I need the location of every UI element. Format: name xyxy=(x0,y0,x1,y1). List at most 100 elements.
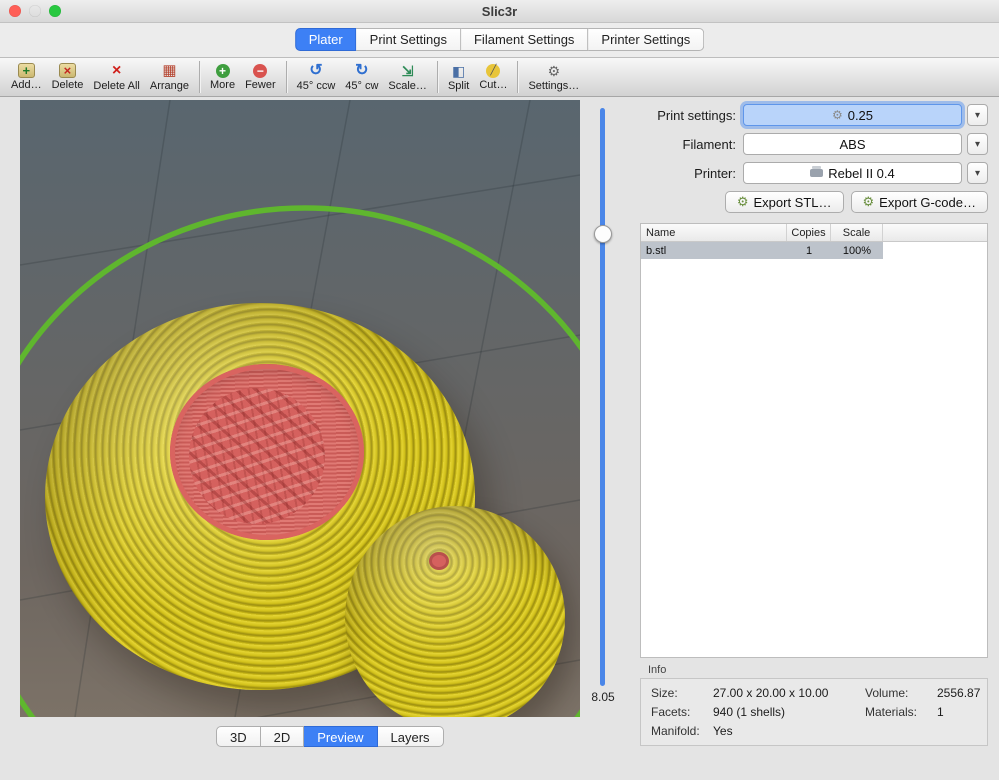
filament-combo[interactable]: ABS xyxy=(743,133,962,155)
info-title: Info xyxy=(648,664,988,676)
delete-label: Delete xyxy=(52,79,84,91)
add-label: Add… xyxy=(11,79,42,91)
printer-value: Rebel II 0.4 xyxy=(828,166,895,181)
volume-value: 2556.87 xyxy=(937,686,980,700)
toolbar-separator xyxy=(437,61,438,93)
print-settings-row: Print settings: ⚙ 0.25 ▾ xyxy=(640,104,988,126)
cut-icon: ╱ xyxy=(486,64,500,78)
cut-button[interactable]: ╱ Cut… xyxy=(474,63,512,92)
more-button[interactable]: + More xyxy=(205,63,240,92)
more-label: More xyxy=(210,79,235,91)
toolbar-separator xyxy=(286,61,287,93)
export-buttons-row: ⚙ Export STL… ⚙ Export G-code… xyxy=(640,191,988,213)
scale-icon: ⇲ xyxy=(399,63,417,79)
filament-row: Filament: ABS ▾ xyxy=(640,133,988,155)
materials-value: 1 xyxy=(937,705,980,719)
header-copies: Copies xyxy=(787,224,831,241)
chevron-down-icon: ▾ xyxy=(975,139,980,150)
delete-all-label: Delete All xyxy=(93,80,139,92)
split-label: Split xyxy=(448,80,469,92)
print-settings-combo[interactable]: ⚙ 0.25 xyxy=(743,104,962,126)
row-scale: 100% xyxy=(831,245,883,257)
print-settings-dropdown-button[interactable]: ▾ xyxy=(967,104,988,126)
scale-label: Scale… xyxy=(388,80,427,92)
filament-label: Filament: xyxy=(640,137,736,152)
titlebar[interactable]: Slic3r xyxy=(0,0,999,23)
printer-label: Printer: xyxy=(640,166,736,181)
delete-all-button[interactable]: × Delete All xyxy=(88,62,144,93)
split-button[interactable]: ◧ Split xyxy=(443,62,474,93)
tab-filament-settings[interactable]: Filament Settings xyxy=(461,28,588,51)
fewer-label: Fewer xyxy=(245,79,276,91)
object-list-header: Name Copies Scale xyxy=(641,224,987,242)
layer-slider-thumb[interactable] xyxy=(594,225,612,243)
facets-value: 940 (1 shells) xyxy=(713,705,865,719)
header-scale: Scale xyxy=(831,224,883,241)
fewer-button[interactable]: − Fewer xyxy=(240,63,281,92)
header-name: Name xyxy=(641,224,787,241)
printer-row: Printer: Rebel II 0.4 ▾ xyxy=(640,162,988,184)
view-2d-button[interactable]: 2D xyxy=(261,726,305,747)
large-dome-infill-core xyxy=(189,388,325,524)
plater-toolbar: + Add… × Delete × Delete All ▦ Arrange +… xyxy=(0,57,999,97)
manifold-value: Yes xyxy=(713,724,865,738)
print-settings-label: Print settings: xyxy=(640,108,736,123)
arrange-button[interactable]: ▦ Arrange xyxy=(145,62,194,93)
object-list: Name Copies Scale b.stl 1 100% xyxy=(640,223,988,658)
rotate-ccw-icon: ↺ xyxy=(307,63,325,79)
gear-icon: ⚙ xyxy=(832,108,843,122)
settings-icon: ⚙ xyxy=(545,63,563,79)
rotate-cw-button[interactable]: ↻ 45° cw xyxy=(340,62,383,93)
rotate-ccw-button[interactable]: ↺ 45° ccw xyxy=(292,62,341,93)
materials-label: Materials: xyxy=(865,705,937,719)
layer-slider[interactable] xyxy=(600,108,605,686)
tab-print-settings[interactable]: Print Settings xyxy=(357,28,461,51)
view-3d-button[interactable]: 3D xyxy=(216,726,261,747)
export-gcode-label: Export G-code… xyxy=(879,195,976,210)
filament-value: ABS xyxy=(839,137,865,152)
printer-dropdown-button[interactable]: ▾ xyxy=(967,162,988,184)
layer-slider-value: 8.05 xyxy=(582,690,624,704)
delete-icon: × xyxy=(59,63,76,78)
view-mode-buttons: 3D 2D Preview Layers xyxy=(216,726,444,747)
rotate-cw-label: 45° cw xyxy=(345,80,378,92)
small-dome-infill-dot xyxy=(429,552,449,570)
scale-button[interactable]: ⇲ Scale… xyxy=(383,62,432,93)
add-button[interactable]: + Add… xyxy=(6,62,47,92)
3d-viewport[interactable] xyxy=(20,100,580,717)
toolbar-separator xyxy=(517,61,518,93)
filament-dropdown-button[interactable]: ▾ xyxy=(967,133,988,155)
tab-plater[interactable]: Plater xyxy=(295,28,357,51)
chevron-down-icon: ▾ xyxy=(975,168,980,179)
delete-button[interactable]: × Delete xyxy=(47,62,89,92)
printer-combo[interactable]: Rebel II 0.4 xyxy=(743,162,962,184)
row-copies: 1 xyxy=(787,245,831,257)
slic3r-window: Slic3r Plater Print Settings Filament Se… xyxy=(0,0,999,780)
view-preview-button[interactable]: Preview xyxy=(304,726,377,747)
export-stl-button[interactable]: ⚙ Export STL… xyxy=(725,191,844,213)
settings-button[interactable]: ⚙ Settings… xyxy=(523,62,584,93)
info-box: Size: 27.00 x 20.00 x 10.00 Volume: 2556… xyxy=(640,678,988,746)
arrange-label: Arrange xyxy=(150,80,189,92)
tab-printer-settings[interactable]: Printer Settings xyxy=(588,28,704,51)
table-row[interactable]: b.stl 1 100% xyxy=(641,242,883,259)
printer-icon xyxy=(810,169,823,177)
add-icon: + xyxy=(18,63,35,78)
more-icon: + xyxy=(216,64,230,78)
cut-label: Cut… xyxy=(479,79,507,91)
toolbar-separator xyxy=(199,61,200,93)
settings-label: Settings… xyxy=(528,80,579,92)
header-filler xyxy=(883,224,987,241)
export-gcode-button[interactable]: ⚙ Export G-code… xyxy=(851,191,988,213)
main-tabs: Plater Print Settings Filament Settings … xyxy=(295,28,705,51)
large-dome-infill-top xyxy=(170,364,364,540)
fewer-icon: − xyxy=(253,64,267,78)
row-name: b.stl xyxy=(641,245,787,257)
rotate-ccw-label: 45° ccw xyxy=(297,80,336,92)
facets-label: Facets: xyxy=(651,705,713,719)
arrange-icon: ▦ xyxy=(160,63,178,79)
model-small-dome[interactable] xyxy=(345,506,565,717)
chevron-down-icon: ▾ xyxy=(975,110,980,121)
view-layers-button[interactable]: Layers xyxy=(378,726,444,747)
window-title: Slic3r xyxy=(0,4,999,19)
